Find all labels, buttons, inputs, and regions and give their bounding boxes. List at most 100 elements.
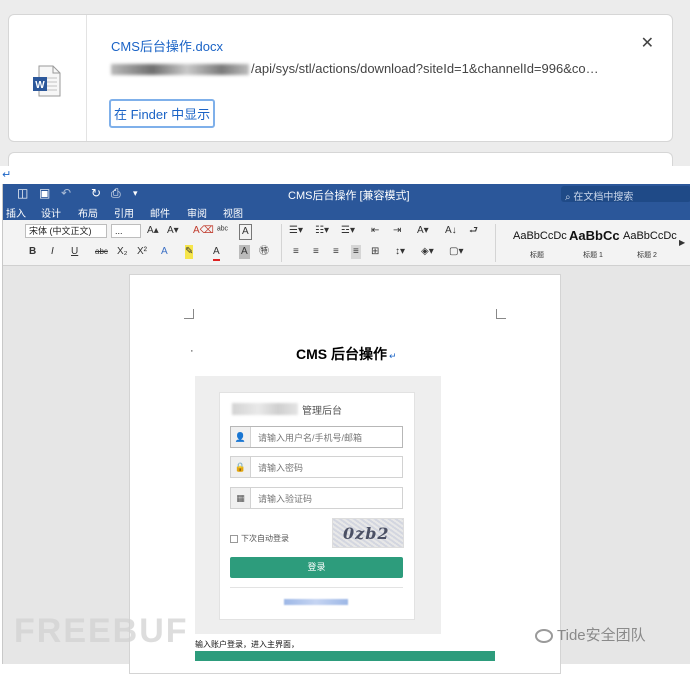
captcha-image: 0zb2 xyxy=(332,518,404,548)
title-bar: ◫ ▣ ↶ ↻ ⎙ ▾ CMS后台操作 [兼容模式] ⌕ 在文档中搜索 xyxy=(3,184,690,204)
numbering-icon[interactable]: ☷▾ xyxy=(315,224,329,238)
decrease-indent-icon[interactable]: ⇤ xyxy=(371,224,379,238)
remember-checkbox xyxy=(230,534,238,543)
redacted-footer-link xyxy=(284,599,348,605)
document-page[interactable]: · CMS 后台操作 ↵ 管理后台 👤 请输入用户名/手机号/邮箱 🔒 请输入密码 xyxy=(129,274,561,674)
style-heading-1[interactable]: AaBbCc 标题 1 xyxy=(567,224,620,262)
justify-icon[interactable]: ≡ xyxy=(351,245,361,259)
align-right-icon[interactable]: ≡ xyxy=(333,245,339,259)
download-url: /api/sys/stl/actions/download?siteId=1&c… xyxy=(111,61,599,76)
lock-icon: 🔒 xyxy=(231,457,251,477)
tab-review[interactable]: 审阅 xyxy=(187,205,207,220)
underline-icon[interactable]: U xyxy=(71,245,78,259)
crop-mark xyxy=(496,309,506,319)
bold-icon[interactable]: B xyxy=(29,245,36,259)
user-icon: 👤 xyxy=(231,427,251,447)
tab-view[interactable]: 视图 xyxy=(223,205,243,220)
shrink-font-icon[interactable]: A▾ xyxy=(167,224,179,238)
password-field: 🔒 请输入密码 xyxy=(230,456,403,478)
italic-icon[interactable]: I xyxy=(51,245,54,259)
font-size-select[interactable]: ... xyxy=(111,224,141,238)
image-icon: ▦ xyxy=(231,488,251,508)
divider xyxy=(230,587,403,588)
redo-icon[interactable]: ↻ xyxy=(91,186,101,200)
print-icon[interactable]: ⎙ xyxy=(111,186,121,201)
ribbon-tabs: 插入 设计 布局 引用 邮件 审阅 视图 xyxy=(3,204,690,220)
style-title[interactable]: AaBbCcDc 标题 xyxy=(511,224,567,262)
line-spacing-icon[interactable]: ↕▾ xyxy=(395,245,405,259)
save-icon[interactable]: ▣ xyxy=(39,186,50,200)
redacted-logo xyxy=(232,403,298,415)
captcha-field: ▦ 请输入验证码 xyxy=(230,487,403,509)
asian-layout-icon[interactable]: A▾ xyxy=(417,224,429,238)
align-center-icon[interactable]: ≡ xyxy=(313,245,319,259)
sort-icon[interactable]: A↓ xyxy=(445,224,457,238)
style-heading-2[interactable]: AaBbCcDc 标题 2 xyxy=(621,224,677,262)
increase-indent-icon[interactable]: ⇥ xyxy=(393,224,401,238)
svg-text:W: W xyxy=(35,80,45,91)
login-screenshot-image[interactable]: 管理后台 👤 请输入用户名/手机号/邮箱 🔒 请输入密码 ▦ 请输入验证码 0z… xyxy=(195,376,441,634)
download-filename[interactable]: CMS后台操作.docx xyxy=(111,36,223,55)
paragraph-mark: ↵ xyxy=(2,169,12,181)
font-color-icon[interactable]: A xyxy=(213,245,220,261)
font-name-value: 宋体 (中文正文) xyxy=(29,226,92,236)
paragraph-mark: ↵ xyxy=(389,351,397,361)
close-icon[interactable]: ✕ xyxy=(641,33,654,53)
document-paragraph[interactable]: 输入账户登录，进入主界面， xyxy=(195,639,299,650)
tab-layout[interactable]: 布局 xyxy=(78,205,98,220)
superscript-icon[interactable]: X² xyxy=(137,245,147,259)
login-title: 管理后台 xyxy=(302,406,342,417)
tide-watermark: Tide安全团队 xyxy=(535,624,646,645)
next-screenshot-image[interactable] xyxy=(195,651,495,661)
show-in-finder-button[interactable]: 在 Finder 中显示 xyxy=(109,99,216,128)
clear-format-icon[interactable]: A⌫ xyxy=(193,224,214,238)
undo-icon[interactable]: ↶ xyxy=(61,186,71,200)
subscript-icon[interactable]: X₂ xyxy=(117,245,128,259)
bullets-icon[interactable]: ☰▾ xyxy=(289,224,303,238)
document-heading[interactable]: CMS 后台操作 ↵ xyxy=(296,344,397,364)
text-effects-icon[interactable]: A xyxy=(161,245,168,259)
chevron-right-icon[interactable]: ▶ xyxy=(679,236,685,250)
style-sample: AaBbCc xyxy=(569,228,620,243)
document-area[interactable]: · CMS 后台操作 ↵ 管理后台 👤 请输入用户名/手机号/邮箱 🔒 请输入密码 xyxy=(3,266,690,674)
download-icon-column: W xyxy=(9,15,87,141)
style-label: 标题 2 xyxy=(637,252,657,259)
sidebar-toggle-icon[interactable]: ◫ xyxy=(17,186,28,200)
document-search-input[interactable]: ⌕ 在文档中搜索 xyxy=(561,186,690,203)
tab-references[interactable]: 引用 xyxy=(114,205,134,220)
enclosed-character-icon[interactable]: ㊕ xyxy=(259,245,269,259)
customize-toolbar-icon[interactable]: ▾ xyxy=(133,188,138,199)
remember-me: 下次自动登录 xyxy=(230,533,289,544)
tab-design[interactable]: 设计 xyxy=(41,205,61,220)
style-label: 标题 xyxy=(530,252,544,259)
phonetic-guide-icon[interactable]: ᵃᵇᶜ xyxy=(217,224,228,238)
tab-mailings[interactable]: 邮件 xyxy=(150,205,170,220)
word-document-icon: W xyxy=(33,65,61,97)
grow-font-icon[interactable]: A▴ xyxy=(147,224,159,238)
crop-mark xyxy=(184,309,194,319)
borders-icon[interactable]: ▢▾ xyxy=(449,245,463,259)
distributed-icon[interactable]: ⊞ xyxy=(371,245,379,259)
character-shading-icon[interactable]: A xyxy=(239,245,250,259)
font-name-select[interactable]: 宋体 (中文正文) xyxy=(25,224,107,238)
strikethrough-icon[interactable]: abc xyxy=(95,245,108,259)
ribbon-separator xyxy=(281,224,282,262)
login-form: 管理后台 👤 请输入用户名/手机号/邮箱 🔒 请输入密码 ▦ 请输入验证码 0z… xyxy=(219,392,415,620)
window-title: CMS后台操作 [兼容模式] xyxy=(288,190,410,202)
multilevel-list-icon[interactable]: ☲▾ xyxy=(341,224,355,238)
align-left-icon[interactable]: ≡ xyxy=(293,245,299,259)
show-marks-icon[interactable]: ⮐ xyxy=(469,224,478,238)
remember-label: 下次自动登录 xyxy=(241,534,289,543)
download-item-next[interactable] xyxy=(8,152,673,166)
tab-insert[interactable]: 插入 xyxy=(6,205,26,220)
bullet-point: · xyxy=(190,345,194,357)
word-window: ◫ ▣ ↶ ↻ ⎙ ▾ CMS后台操作 [兼容模式] ⌕ 在文档中搜索 插入 设… xyxy=(2,184,690,674)
shading-icon[interactable]: ◈▾ xyxy=(421,245,434,259)
ribbon-separator xyxy=(495,224,496,262)
style-sample: AaBbCcDc xyxy=(623,230,677,242)
username-placeholder: 请输入用户名/手机号/邮箱 xyxy=(258,433,363,443)
download-item[interactable]: W CMS后台操作.docx /api/sys/stl/actions/down… xyxy=(8,14,673,142)
highlight-icon[interactable]: ✎ xyxy=(185,245,194,259)
character-border-icon[interactable]: A xyxy=(239,224,252,240)
captcha-text: 0zb2 xyxy=(343,524,390,543)
